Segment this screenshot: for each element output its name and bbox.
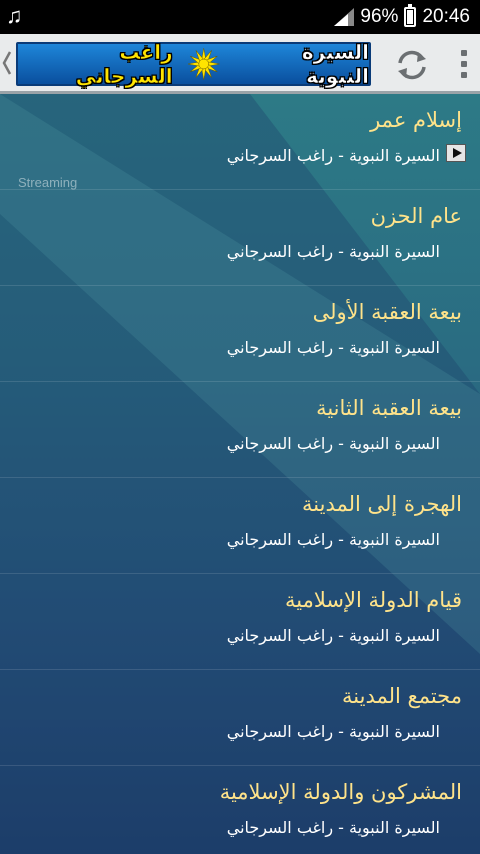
- clock: 20:46: [422, 6, 470, 27]
- status-right: 96% 20:46: [334, 0, 470, 34]
- title-banner: السيرة النبوية راغب السرجاني: [16, 40, 371, 89]
- list-item[interactable]: بيعة العقبة الثانية السيرة النبوية - راغ…: [0, 382, 480, 478]
- list-item[interactable]: الهجرة إلى المدينة السيرة النبوية - راغب…: [0, 478, 480, 574]
- item-title: عام الحزن: [370, 204, 462, 228]
- sun-emblem-icon: [187, 48, 220, 80]
- item-subtitle: السيرة النبوية - راغب السرجاني: [226, 722, 440, 741]
- item-title: المشركون والدولة الإسلامية: [219, 780, 462, 804]
- back-chevron-icon[interactable]: [2, 48, 12, 78]
- item-title: بيعة العقبة الثانية: [316, 396, 462, 420]
- list-item[interactable]: إسلام عمر السيرة النبوية - راغب السرجاني…: [0, 94, 480, 190]
- list-item[interactable]: عام الحزن السيرة النبوية - راغب السرجاني: [0, 190, 480, 286]
- item-title: قيام الدولة الإسلامية: [285, 588, 462, 612]
- item-subtitle: السيرة النبوية - راغب السرجاني: [226, 626, 440, 645]
- battery-icon: [404, 4, 417, 27]
- lecture-list: إسلام عمر السيرة النبوية - راغب السرجاني…: [0, 94, 480, 854]
- item-subtitle: السيرة النبوية - راغب السرجاني: [226, 434, 440, 453]
- item-subtitle: السيرة النبوية - راغب السرجاني: [226, 530, 440, 549]
- item-title: إسلام عمر: [370, 108, 462, 132]
- status-bar: ♫ 96% 20:46: [0, 0, 480, 34]
- title-part2: راغب السرجاني: [75, 40, 173, 89]
- list-item[interactable]: المشركون والدولة الإسلامية السيرة النبوي…: [0, 766, 480, 854]
- app-bar: السيرة النبوية راغب السرجاني: [0, 34, 480, 94]
- streaming-label: Streaming: [18, 175, 78, 190]
- list-item[interactable]: مجتمع المدينة السيرة النبوية - راغب السر…: [0, 670, 480, 766]
- signal-icon: [334, 8, 355, 26]
- battery-percent: 96%: [360, 6, 399, 27]
- overflow-menu-icon[interactable]: [455, 48, 473, 82]
- title-part1: السيرة النبوية: [301, 40, 370, 89]
- item-subtitle: السيرة النبوية - راغب السرجاني: [226, 146, 440, 165]
- item-title: الهجرة إلى المدينة: [302, 492, 462, 516]
- music-note-icon: ♫: [6, 3, 23, 28]
- item-subtitle: السيرة النبوية - راغب السرجاني: [226, 818, 440, 837]
- item-subtitle: السيرة النبوية - راغب السرجاني: [226, 242, 440, 261]
- item-subtitle: السيرة النبوية - راغب السرجاني: [226, 338, 440, 357]
- refresh-icon[interactable]: [394, 47, 430, 83]
- item-title: بيعة العقبة الأولى: [312, 300, 462, 324]
- list-item[interactable]: قيام الدولة الإسلامية السيرة النبوية - ر…: [0, 574, 480, 670]
- list-item[interactable]: بيعة العقبة الأولى السيرة النبوية - راغب…: [0, 286, 480, 382]
- play-icon[interactable]: [446, 144, 466, 162]
- item-title: مجتمع المدينة: [342, 684, 462, 708]
